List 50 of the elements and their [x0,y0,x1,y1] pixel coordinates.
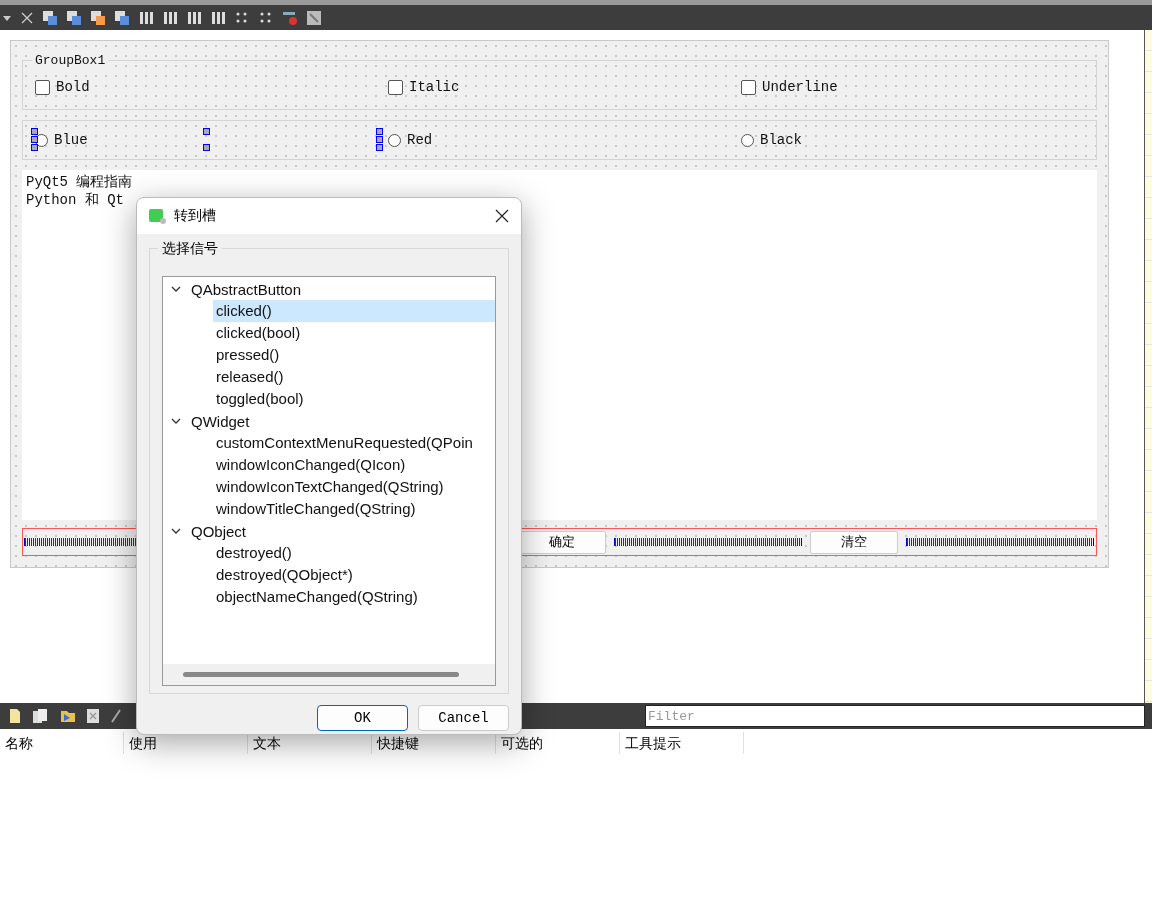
group-box-title: GroupBox1 [32,53,109,68]
documents-icon[interactable] [32,708,50,724]
tree-item[interactable]: windowIconTextChanged(QString) [213,476,495,498]
checkbox[interactable] [741,79,756,95]
radio-button[interactable] [741,133,754,147]
tree-item[interactable]: pressed() [213,344,495,366]
checkbox-label: Italic [409,79,460,95]
tree-item[interactable]: QWidget [191,412,250,430]
group-box-title: 选择信号 [158,240,222,258]
tree-item[interactable]: destroyed(QObject*) [213,564,495,586]
column-header[interactable]: 工具提示 [620,732,744,754]
tree-item[interactable]: objectNameChanged(QString) [213,586,495,608]
text-line: Python 和 Qt [26,191,125,209]
checkbox[interactable] [388,79,403,95]
tree-item[interactable]: clicked() [213,300,495,322]
dialog-button[interactable]: Cancel [418,705,509,731]
tree-item[interactable]: destroyed() [213,542,495,564]
tree-item[interactable]: QObject [191,522,247,540]
form-button[interactable]: 清空 [810,530,898,554]
tree-item[interactable]: windowIconChanged(QIcon) [213,454,495,476]
radio-label: Red [407,132,433,148]
app-icon [149,208,166,224]
folder-icon[interactable] [60,708,76,724]
delete-icon[interactable] [86,708,100,724]
column-header[interactable]: 名称 [0,732,124,754]
stack-icon[interactable] [66,9,82,26]
chevron-icon[interactable] [171,284,181,294]
tree-item[interactable]: released() [213,366,495,388]
tree-item[interactable]: customContextMenuRequested(QPoin [213,432,495,454]
checkbox-label: Bold [56,79,90,95]
tree-item[interactable]: clicked(bool) [213,322,495,344]
columns-icon[interactable] [138,9,154,26]
tree-item[interactable]: QAbstractButton [191,280,302,298]
text-line: PyQt5 编程指南 [26,173,134,191]
document-icon[interactable] [8,708,22,724]
dialog-title: 转到槽 [174,207,217,225]
chevron-icon[interactable] [171,416,181,426]
checkbox[interactable] [35,79,50,95]
radio-label: Blue [54,132,88,148]
scrollbar[interactable] [163,664,495,685]
tree-item[interactable]: windowTitleChanged(QString) [213,498,495,520]
radio-button[interactable] [388,133,401,147]
tree-item[interactable]: toggled(bool) [213,388,495,410]
radio-label: Black [760,132,802,148]
filter-field[interactable]: Filter [645,705,1145,727]
chevron-icon[interactable] [171,526,181,536]
close-icon[interactable] [495,209,509,223]
dialog-button[interactable]: OK [317,705,408,731]
checkbox-label: Underline [762,79,838,95]
selection-handles[interactable] [31,128,381,150]
